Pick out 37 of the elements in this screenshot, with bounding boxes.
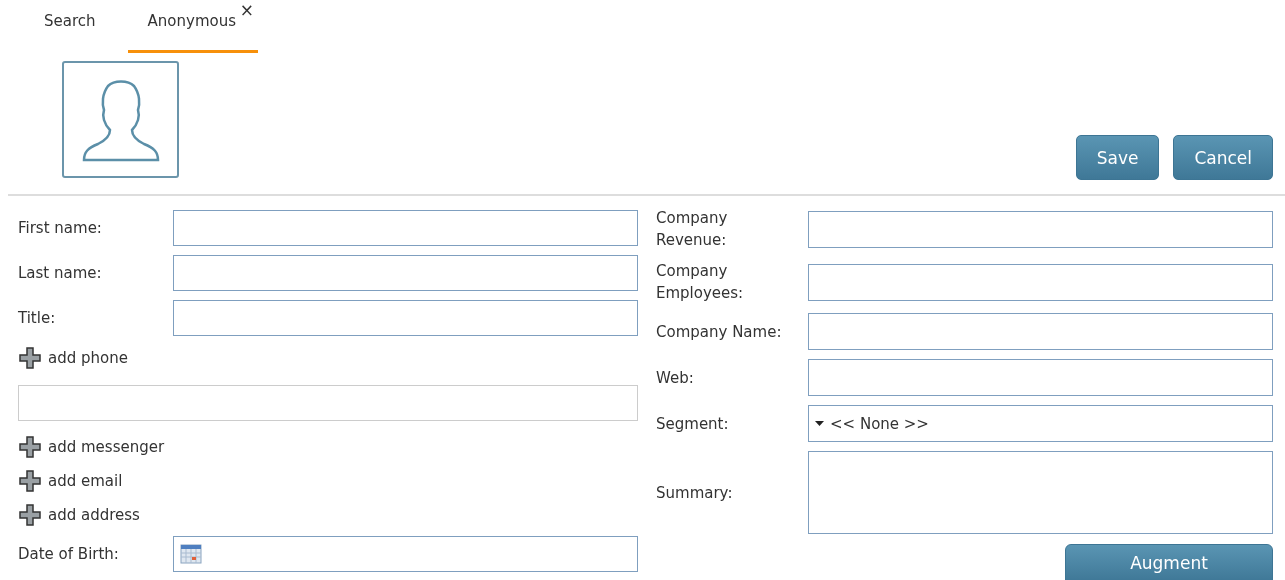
text-field[interactable] (808, 359, 1273, 396)
text-field[interactable] (173, 300, 638, 336)
field-label: Company Name: (656, 321, 783, 343)
field-label: Company Revenue: (656, 208, 729, 251)
close-icon[interactable]: × (239, 2, 254, 19)
text-field[interactable] (808, 210, 1273, 248)
tab[interactable]: Search (24, 0, 116, 53)
field-label: Title: (18, 309, 57, 327)
field-label: Web: (656, 367, 695, 389)
dropdown[interactable]: << None >> (808, 405, 1273, 442)
plus-icon[interactable] (18, 435, 42, 459)
plus-icon[interactable] (18, 346, 42, 370)
text-field[interactable] (18, 385, 638, 421)
text-field[interactable] (173, 210, 638, 246)
date-field[interactable] (173, 536, 638, 572)
field-label: Summary: (656, 482, 734, 504)
text-area[interactable] (808, 451, 1273, 534)
calendar-icon[interactable] (180, 544, 202, 564)
action-button[interactable]: Cancel (1173, 135, 1273, 180)
add-link[interactable]: add email (48, 472, 123, 490)
caret-icon (815, 421, 824, 426)
add-link[interactable]: add messenger (48, 438, 165, 456)
field-label: Segment: (656, 413, 730, 435)
add-link[interactable]: add phone (48, 349, 128, 367)
field-label: First name: (18, 219, 103, 237)
add-link[interactable]: add address (48, 506, 140, 524)
tab[interactable]: Anonymous × (127, 0, 258, 53)
action-button[interactable]: Save (1075, 135, 1160, 180)
plus-icon[interactable] (18, 503, 42, 527)
field-label: Last name: (18, 264, 103, 282)
field-label: Company Employees: (656, 261, 745, 304)
text-field[interactable] (808, 313, 1273, 350)
plus-icon[interactable] (18, 469, 42, 493)
text-field[interactable] (173, 255, 638, 291)
field-label: Date of Birth: (18, 545, 120, 563)
augment-button[interactable]: Augment (1065, 544, 1273, 580)
text-field[interactable] (808, 263, 1273, 301)
